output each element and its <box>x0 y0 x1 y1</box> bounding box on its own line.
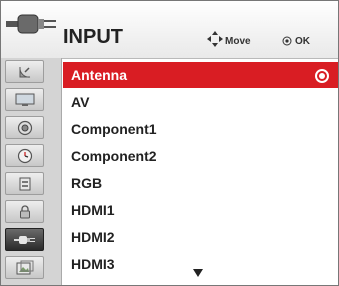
move-hint: Move <box>225 36 251 47</box>
input-option-label: AV <box>71 94 90 110</box>
input-list: Antenna AV Component1 Component2 RGB HDM… <box>63 62 338 285</box>
input-option-label: Antenna <box>71 67 127 83</box>
sidebar-item-input[interactable] <box>5 228 44 251</box>
menu-header: INPUT Move OK <box>1 1 338 59</box>
category-sidebar <box>1 58 62 285</box>
sidebar-item-option[interactable] <box>5 172 44 195</box>
input-option-label: Component1 <box>71 121 157 137</box>
ok-button-icon <box>282 36 292 46</box>
sidebar-item-time[interactable] <box>5 144 44 167</box>
sidebar-item-setup[interactable] <box>5 60 44 83</box>
input-plug-icon <box>13 235 35 244</box>
page-title: INPUT <box>63 26 123 48</box>
input-plug-icon <box>6 14 56 34</box>
input-option-label: Component2 <box>71 148 157 164</box>
move-arrows-icon <box>207 31 223 47</box>
satellite-dish-icon <box>18 66 30 78</box>
input-option-component1[interactable]: Component1 <box>63 116 338 142</box>
input-option-label: HDMI1 <box>71 202 115 218</box>
ok-hint: OK <box>295 36 310 47</box>
clock-icon <box>17 148 32 163</box>
input-option-antenna[interactable]: Antenna <box>63 62 338 88</box>
photo-icon <box>16 260 33 274</box>
monitor-icon <box>15 93 34 106</box>
sidebar-item-picture[interactable] <box>5 88 44 111</box>
scroll-down-icon[interactable] <box>193 269 203 277</box>
lock-icon <box>19 204 30 218</box>
input-option-label: RGB <box>71 175 103 191</box>
sidebar-item-usb[interactable] <box>5 256 44 279</box>
input-option-label: HDMI2 <box>71 229 115 245</box>
input-menu: INPUT Move OK Antenna AV Component1 Comp… <box>0 0 339 286</box>
input-option-hdmi1[interactable]: HDMI1 <box>63 197 338 223</box>
selected-radio-icon <box>315 69 329 83</box>
input-option-av[interactable]: AV <box>63 89 338 115</box>
input-option-component2[interactable]: Component2 <box>63 143 338 169</box>
sidebar-item-audio[interactable] <box>5 116 44 139</box>
input-option-label: HDMI3 <box>71 256 115 272</box>
input-option-hdmi2[interactable]: HDMI2 <box>63 224 338 250</box>
option-icon <box>19 177 30 190</box>
speaker-icon <box>17 120 32 135</box>
sidebar-item-lock[interactable] <box>5 200 44 223</box>
input-option-rgb[interactable]: RGB <box>63 170 338 196</box>
